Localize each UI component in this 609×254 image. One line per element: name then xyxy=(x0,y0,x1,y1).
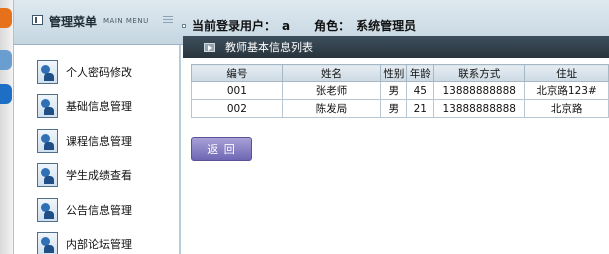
user-icon xyxy=(37,129,58,153)
column-header-name: 姓名 xyxy=(281,64,382,82)
menu-title: 管理菜单 xyxy=(49,15,98,29)
sidebar: 个人密码修改 基础信息管理 课程信息管理 学生成绩查看 公告信息管理 内部论坛管… xyxy=(14,45,181,254)
table-row[interactable]: 001 张老师 男 45 13888888888 北京路123# xyxy=(191,81,609,100)
cell-id: 001 xyxy=(191,81,283,100)
bullet-icon xyxy=(182,23,186,28)
collapse-lines-icon[interactable] xyxy=(162,16,173,24)
menu-header: 管理菜单 MAIN MENU xyxy=(14,0,180,45)
sidebar-item-course[interactable]: 课程信息管理 xyxy=(37,128,132,154)
cell-address: 北京路 xyxy=(524,99,609,118)
panel-title: 教师基本信息列表 xyxy=(225,41,313,54)
sidebar-item-label: 基础信息管理 xyxy=(66,100,132,113)
column-header-id: 编号 xyxy=(191,64,283,82)
cell-age: 45 xyxy=(406,81,435,100)
login-info: 当前登录用户： a 角色： 系统管理员 xyxy=(182,17,416,34)
sidebar-item-basic-info[interactable]: 基础信息管理 xyxy=(37,93,132,119)
main-content: 教师基本信息列表 编号 姓名 性别 年龄 联系方式 住址 001 张老师 男 4… xyxy=(183,36,609,254)
user-icon xyxy=(37,163,58,187)
sidebar-item-label: 公告信息管理 xyxy=(66,204,132,217)
menu-icon xyxy=(32,15,43,25)
table-row[interactable]: 002 陈发局 男 21 13888888888 北京路 xyxy=(191,99,609,118)
cell-contact: 13888888888 xyxy=(433,81,526,100)
teacher-table: 编号 姓名 性别 年龄 联系方式 住址 001 张老师 男 45 1388888… xyxy=(191,64,609,118)
login-user: a xyxy=(282,18,291,33)
user-icon xyxy=(37,94,58,118)
cell-name: 张老师 xyxy=(281,81,382,100)
column-header-age: 年龄 xyxy=(406,64,435,82)
sidebar-item-password[interactable]: 个人密码修改 xyxy=(37,59,132,85)
sidebar-item-announcements[interactable]: 公告信息管理 xyxy=(37,197,132,223)
sidebar-item-label: 学生成绩查看 xyxy=(66,169,132,182)
user-icon xyxy=(37,60,58,84)
cell-id: 002 xyxy=(191,99,283,118)
cell-gender: 男 xyxy=(380,99,408,118)
sidebar-item-label: 课程信息管理 xyxy=(66,135,132,148)
column-header-gender: 性别 xyxy=(380,64,408,82)
sidebar-item-label: 个人密码修改 xyxy=(66,66,132,79)
app-icon-edit[interactable] xyxy=(0,50,12,70)
app-icon-blue[interactable] xyxy=(0,84,12,104)
cell-address: 北京路123# xyxy=(524,81,609,100)
cell-gender: 男 xyxy=(380,81,408,100)
cell-age: 21 xyxy=(406,99,435,118)
app-icon-orange[interactable] xyxy=(0,8,12,28)
browser-side-strip xyxy=(0,0,14,254)
cell-contact: 13888888888 xyxy=(433,99,526,118)
user-icon xyxy=(37,198,58,222)
back-button[interactable]: 返 回 xyxy=(191,137,252,161)
table-header-row: 编号 姓名 性别 年龄 联系方式 住址 xyxy=(191,64,609,82)
user-icon xyxy=(37,232,58,254)
cell-name: 陈发局 xyxy=(281,99,382,118)
menu-subtitle: MAIN MENU xyxy=(103,17,149,25)
sidebar-item-grades[interactable]: 学生成绩查看 xyxy=(37,162,132,188)
panel-header: 教师基本信息列表 xyxy=(183,36,609,58)
sidebar-item-label: 内部论坛管理 xyxy=(66,238,132,251)
login-label: 当前登录用户： xyxy=(192,19,277,33)
role-label: 角色： xyxy=(314,19,351,33)
column-header-address: 住址 xyxy=(524,64,609,82)
window-icon xyxy=(204,42,215,52)
role-value: 系统管理员 xyxy=(356,19,417,33)
sidebar-item-forum[interactable]: 内部论坛管理 xyxy=(37,231,132,254)
column-header-contact: 联系方式 xyxy=(433,64,526,82)
